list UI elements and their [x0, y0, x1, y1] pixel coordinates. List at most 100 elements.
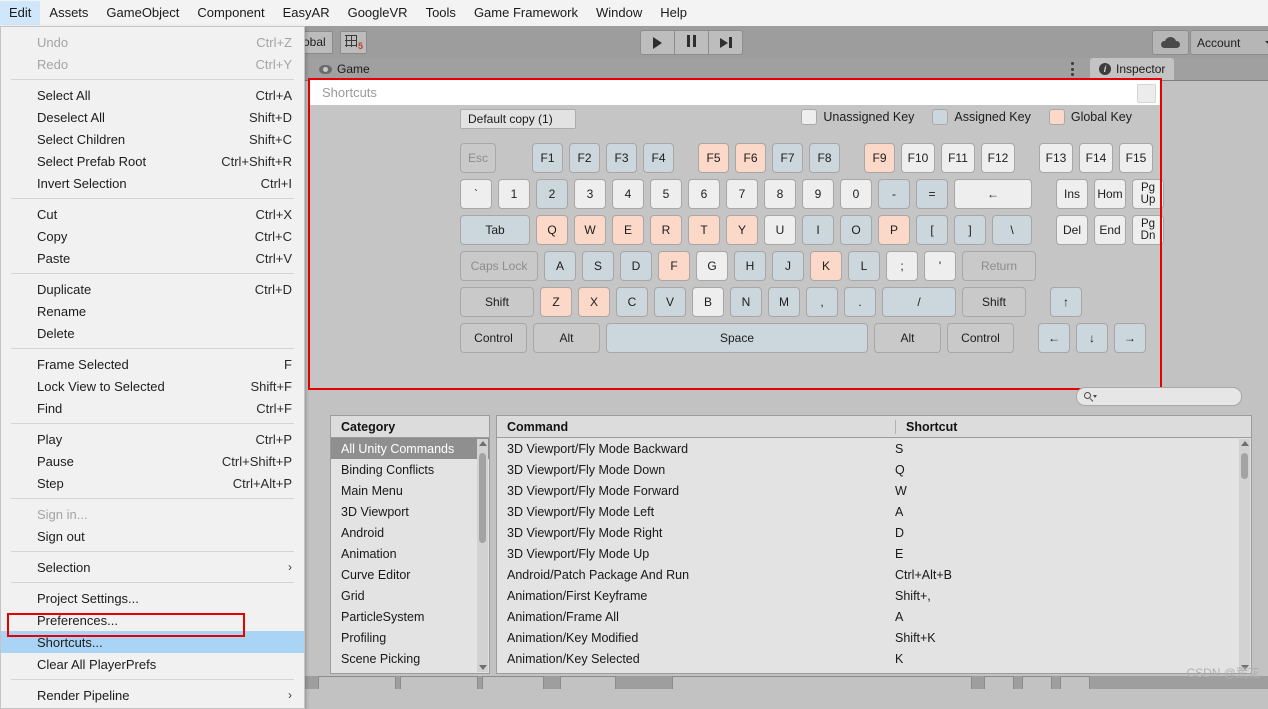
- category-row[interactable]: Curve Editor: [331, 564, 489, 585]
- menu-item-help[interactable]: Help: [651, 1, 696, 25]
- edit-menu-item-rename[interactable]: Rename: [1, 300, 304, 322]
- key-Shift[interactable]: Shift: [962, 287, 1026, 317]
- command-row[interactable]: Animation/Frame All A: [497, 606, 1251, 627]
- key-K[interactable]: K: [810, 251, 842, 281]
- key-F13[interactable]: F13: [1039, 143, 1073, 173]
- key-[interactable]: `: [460, 179, 492, 209]
- key-A[interactable]: A: [544, 251, 576, 281]
- category-row[interactable]: Animation: [331, 543, 489, 564]
- edit-menu-item-pause[interactable]: Pause Ctrl+Shift+P: [1, 450, 304, 472]
- key-Alt[interactable]: Alt: [874, 323, 941, 353]
- key-7[interactable]: 7: [726, 179, 758, 209]
- key-[interactable]: ]: [954, 215, 986, 245]
- edit-menu-item-select-children[interactable]: Select Children Shift+C: [1, 128, 304, 150]
- category-row[interactable]: Grid: [331, 585, 489, 606]
- key-R[interactable]: R: [650, 215, 682, 245]
- command-row[interactable]: 3D Viewport/Fly Mode Forward W: [497, 480, 1251, 501]
- key-S[interactable]: S: [582, 251, 614, 281]
- edit-menu-item-cut[interactable]: Cut Ctrl+X: [1, 203, 304, 225]
- close-icon[interactable]: [1137, 84, 1156, 103]
- panel-options-icon[interactable]: [1070, 62, 1074, 76]
- menu-item-gameobject[interactable]: GameObject: [97, 1, 188, 25]
- key-End[interactable]: End: [1094, 215, 1126, 245]
- key-Alt[interactable]: Alt: [533, 323, 600, 353]
- bottom-tab-1[interactable]: [318, 676, 396, 689]
- key-F7[interactable]: F7: [772, 143, 803, 173]
- scroll-up-icon[interactable]: [1241, 441, 1249, 446]
- key-Space[interactable]: Space: [606, 323, 868, 353]
- edit-menu-item-find[interactable]: Find Ctrl+F: [1, 397, 304, 419]
- edit-menu-item-select-all[interactable]: Select All Ctrl+A: [1, 84, 304, 106]
- key-[interactable]: -: [878, 179, 910, 209]
- key-P[interactable]: P: [878, 215, 910, 245]
- bottom-tab-4[interactable]: [560, 676, 616, 689]
- edit-menu-item-clear-all-playerprefs[interactable]: Clear All PlayerPrefs: [1, 653, 304, 675]
- command-row[interactable]: Animation/Key Selected K: [497, 648, 1251, 669]
- key-[interactable]: ←: [954, 179, 1032, 209]
- key-[interactable]: \: [992, 215, 1032, 245]
- key-F8[interactable]: F8: [809, 143, 840, 173]
- key-0[interactable]: 0: [840, 179, 872, 209]
- scroll-thumb[interactable]: [479, 453, 486, 543]
- key-6[interactable]: 6: [688, 179, 720, 209]
- category-scrollbar[interactable]: [477, 439, 488, 672]
- key-F4[interactable]: F4: [643, 143, 674, 173]
- key-[interactable]: [: [916, 215, 948, 245]
- menu-item-tools[interactable]: Tools: [417, 1, 465, 25]
- step-button[interactable]: [709, 30, 743, 55]
- key-[interactable]: ↓: [1076, 323, 1108, 353]
- bottom-tab-8[interactable]: [1060, 676, 1090, 689]
- edit-menu-item-lock-view-to-selected[interactable]: Lock View to Selected Shift+F: [1, 375, 304, 397]
- key-N[interactable]: N: [730, 287, 762, 317]
- key-F5[interactable]: F5: [698, 143, 729, 173]
- key-[interactable]: →: [1114, 323, 1146, 353]
- menu-item-window[interactable]: Window: [587, 1, 651, 25]
- menu-item-assets[interactable]: Assets: [40, 1, 97, 25]
- key-3[interactable]: 3: [574, 179, 606, 209]
- play-button[interactable]: [640, 30, 675, 55]
- menu-item-component[interactable]: Component: [188, 1, 273, 25]
- menu-item-googlevr[interactable]: GoogleVR: [339, 1, 417, 25]
- pause-button[interactable]: [675, 30, 709, 55]
- edit-menu-item-duplicate[interactable]: Duplicate Ctrl+D: [1, 278, 304, 300]
- key-2[interactable]: 2: [536, 179, 568, 209]
- key-E[interactable]: E: [612, 215, 644, 245]
- key-G[interactable]: G: [696, 251, 728, 281]
- key-5[interactable]: 5: [650, 179, 682, 209]
- menu-item-game-framework[interactable]: Game Framework: [465, 1, 587, 25]
- command-row[interactable]: Android/Patch Package And Run Ctrl+Alt+B: [497, 564, 1251, 585]
- key-F10[interactable]: F10: [901, 143, 935, 173]
- key-9[interactable]: 9: [802, 179, 834, 209]
- key-[interactable]: .: [844, 287, 876, 317]
- edit-menu-item-sign-out[interactable]: Sign out: [1, 525, 304, 547]
- bottom-tab-5[interactable]: [672, 676, 972, 689]
- key-M[interactable]: M: [768, 287, 800, 317]
- command-row[interactable]: 3D Viewport/Fly Mode Right D: [497, 522, 1251, 543]
- key-Y[interactable]: Y: [726, 215, 758, 245]
- edit-menu-item-frame-selected[interactable]: Frame Selected F: [1, 353, 304, 375]
- menu-item-edit[interactable]: Edit: [0, 1, 41, 25]
- search-input[interactable]: [1076, 387, 1242, 406]
- key-8[interactable]: 8: [764, 179, 796, 209]
- category-row[interactable]: 3D Viewport: [331, 501, 489, 522]
- snap-settings-icon[interactable]: 5: [340, 31, 367, 54]
- key-X[interactable]: X: [578, 287, 610, 317]
- key-Del[interactable]: Del: [1056, 215, 1088, 245]
- key-W[interactable]: W: [574, 215, 606, 245]
- key-F6[interactable]: F6: [735, 143, 766, 173]
- key-D[interactable]: D: [620, 251, 652, 281]
- key-[interactable]: ;: [886, 251, 918, 281]
- edit-menu-item-paste[interactable]: Paste Ctrl+V: [1, 247, 304, 269]
- key-B[interactable]: B: [692, 287, 724, 317]
- key-Tab[interactable]: Tab: [460, 215, 530, 245]
- category-row[interactable]: Android: [331, 522, 489, 543]
- bottom-tab-7[interactable]: [1022, 676, 1052, 689]
- key-T[interactable]: T: [688, 215, 720, 245]
- category-row[interactable]: ParticleSystem: [331, 606, 489, 627]
- edit-menu-item-project-settings[interactable]: Project Settings...: [1, 587, 304, 609]
- key-H[interactable]: H: [734, 251, 766, 281]
- scroll-up-icon[interactable]: [479, 441, 487, 446]
- key-U[interactable]: U: [764, 215, 796, 245]
- account-dropdown[interactable]: Account: [1190, 30, 1268, 55]
- key-Control[interactable]: Control: [947, 323, 1014, 353]
